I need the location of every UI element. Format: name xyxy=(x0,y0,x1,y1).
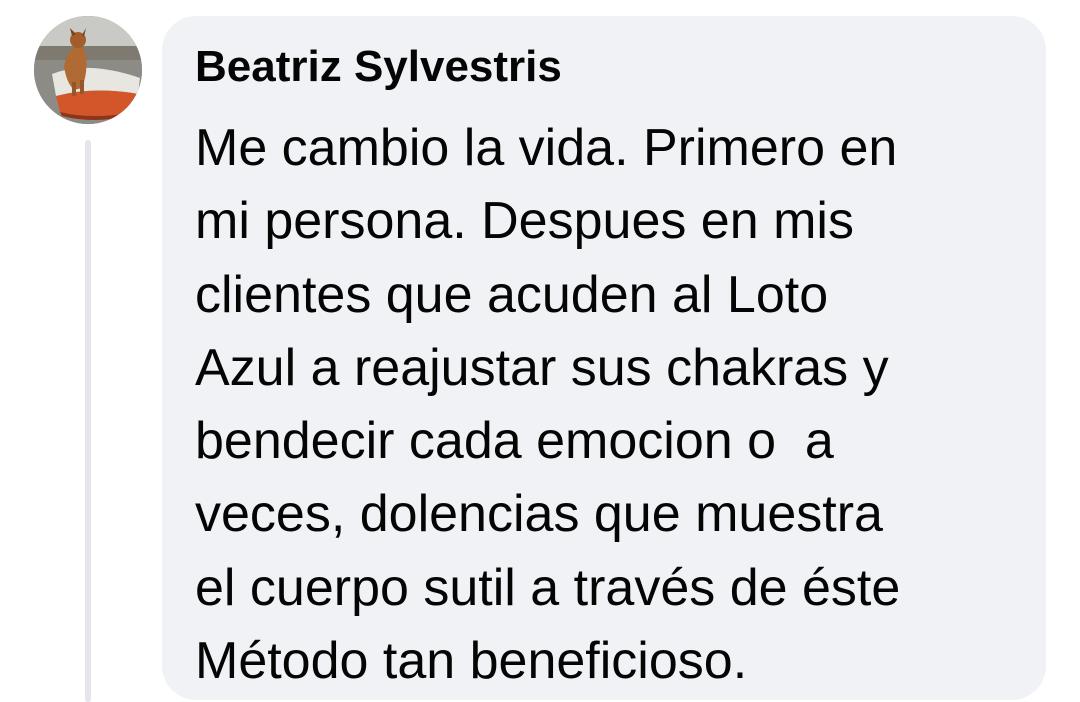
profile-photo-icon xyxy=(34,16,142,124)
comment-line: Azul a reajustar sus chakras y xyxy=(195,338,889,397)
avatar[interactable] xyxy=(34,16,142,124)
comment-line: veces, dolencias que muestra xyxy=(195,485,883,544)
thread-line xyxy=(85,140,91,702)
comment-line: Me cambio la vida. Primero en xyxy=(195,119,898,177)
comment-line: mi persona. Despues en mis xyxy=(195,192,854,251)
comment-text: Me cambio la vida. Primero en mi persona… xyxy=(195,112,1016,698)
comment-line: bendecir cada emocion o a xyxy=(195,412,834,471)
comment-line: clientes que acuden al Loto xyxy=(195,265,829,324)
comment-line: el cuerpo sutil a través de éste xyxy=(195,558,901,617)
comment-screen: Beatriz Sylvestris Me cambio la vida. Pr… xyxy=(0,0,1080,702)
comment-bubble: Beatriz Sylvestris Me cambio la vida. Pr… xyxy=(162,16,1046,700)
author-name[interactable]: Beatriz Sylvestris xyxy=(195,40,1016,94)
comment-line: Método tan beneficioso. xyxy=(195,632,748,691)
